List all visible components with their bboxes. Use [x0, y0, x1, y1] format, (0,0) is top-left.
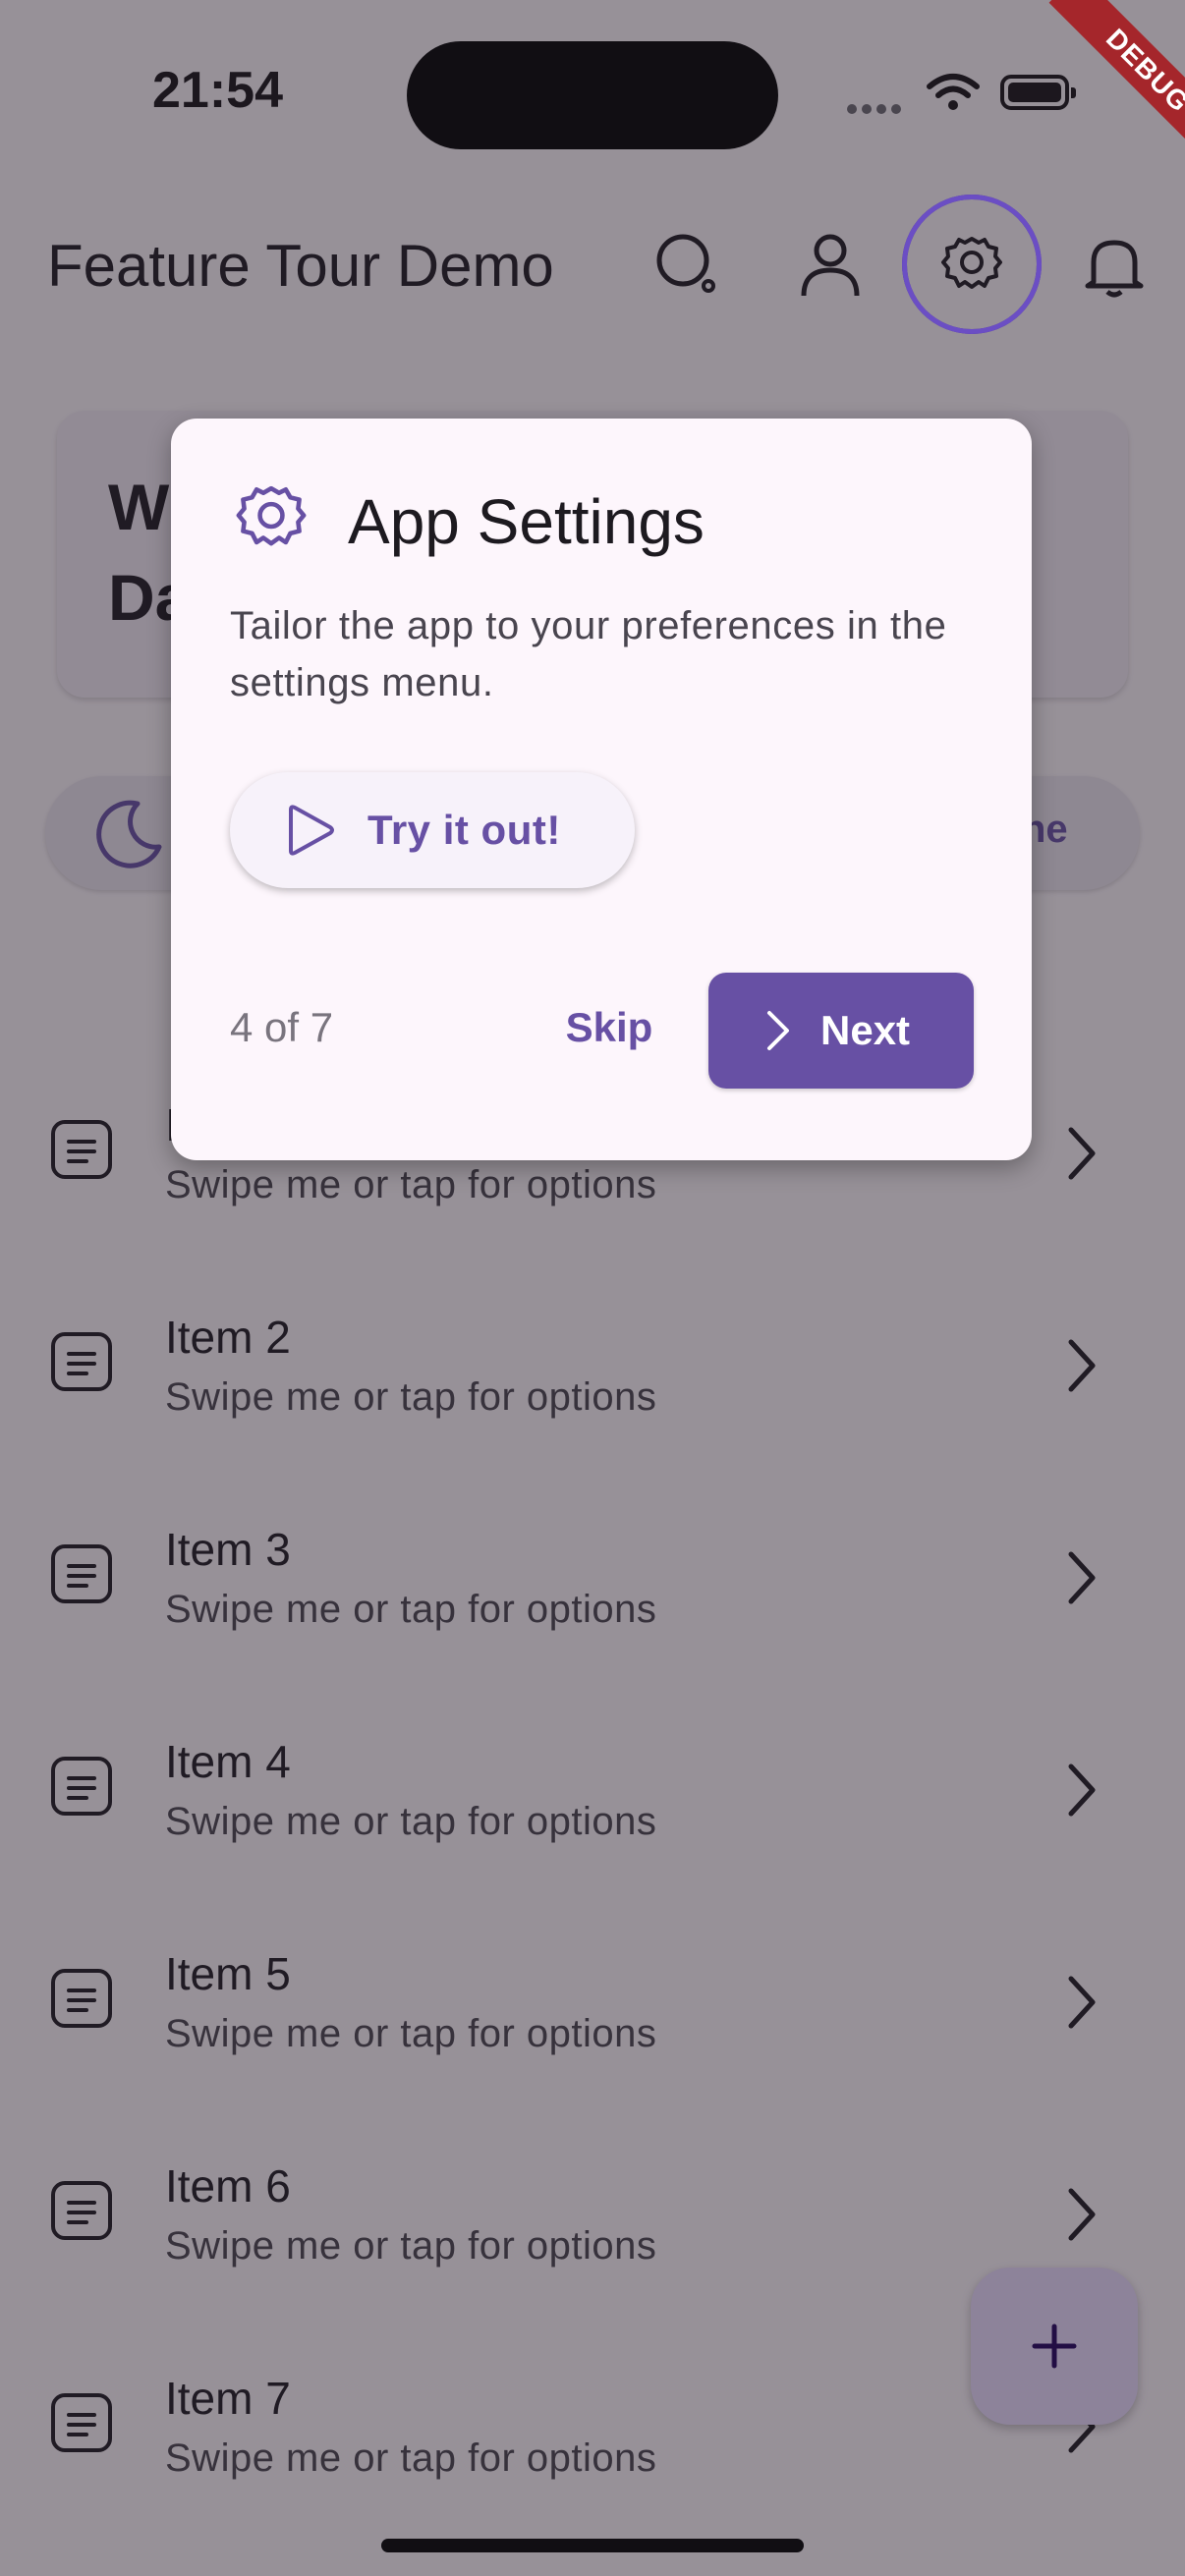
next-button[interactable]: Next — [708, 973, 974, 1089]
debug-label: DEBUG — [1048, 0, 1185, 170]
dialog-description: Tailor the app to your preferences in th… — [230, 604, 947, 704]
tour-scrim[interactable] — [0, 0, 1185, 2576]
play-icon — [281, 802, 338, 859]
feature-tour-dialog: App Settings Tailor the app to your pref… — [171, 419, 1032, 1160]
try-it-out-label: Try it out! — [367, 807, 561, 853]
settings-icon — [236, 485, 307, 546]
tour-step-counter: 4 of 7 — [230, 1004, 334, 1050]
tour-spotlight — [902, 195, 1042, 334]
try-it-out-button[interactable]: Try it out! — [230, 772, 635, 888]
chevron-right-icon — [763, 1009, 793, 1052]
dialog-title: App Settings — [348, 486, 705, 557]
debug-banner: DEBUG — [1012, 0, 1185, 173]
next-label: Next — [820, 1007, 911, 1053]
skip-button[interactable]: Skip — [540, 979, 678, 1077]
